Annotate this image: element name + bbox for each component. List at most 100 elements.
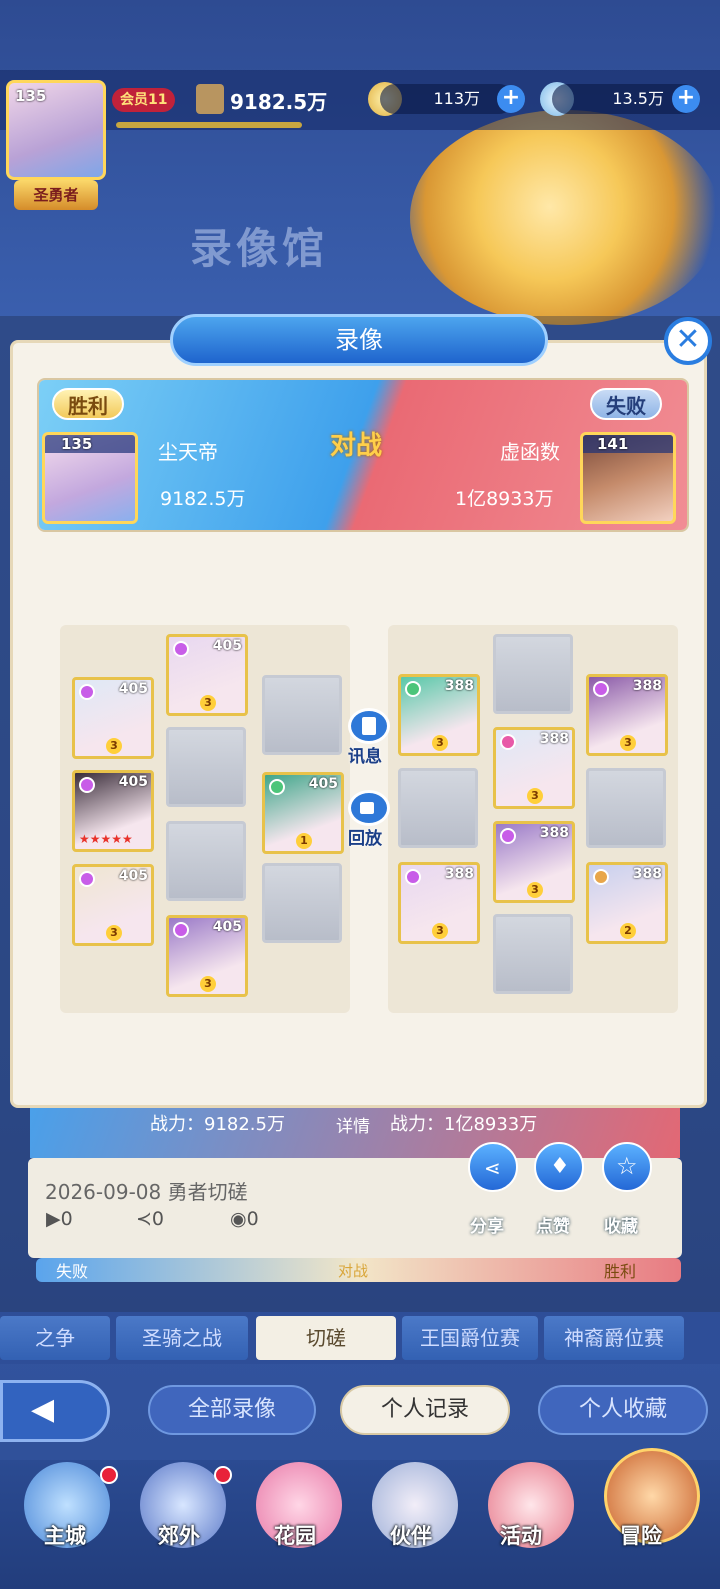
nav-event[interactable]: 活动 bbox=[500, 1520, 542, 1550]
add-gold-button[interactable]: + bbox=[497, 85, 525, 113]
player-title: 圣勇者 bbox=[14, 180, 98, 210]
left-hero-card[interactable]: 405 3 bbox=[166, 915, 248, 997]
right-hero-card[interactable]: 388 2 bbox=[586, 862, 668, 944]
player-avatar[interactable]: 135 bbox=[6, 80, 106, 180]
nav-outskirts[interactable]: 郊外 bbox=[158, 1520, 200, 1550]
nav-adventure[interactable]: 冒险 bbox=[620, 1520, 662, 1550]
like-count-value: 0 bbox=[246, 1208, 259, 1230]
star-badge: 1 bbox=[296, 833, 312, 849]
right-hero-card[interactable]: 388 3 bbox=[493, 821, 575, 903]
exp-bar bbox=[116, 122, 302, 128]
star-badge: 3 bbox=[200, 976, 216, 992]
record-left-power: 战力：9182.5万 bbox=[150, 1114, 285, 1135]
star-badge: 2 bbox=[620, 923, 636, 939]
notification-dot bbox=[100, 1466, 118, 1484]
tab-kingdom-rank[interactable]: 王国爵位赛 bbox=[402, 1316, 538, 1360]
play-count-value: 0 bbox=[60, 1208, 73, 1230]
play-count: ▶0 bbox=[46, 1208, 73, 1230]
tab-divine-rank[interactable]: 神裔爵位赛 bbox=[544, 1316, 684, 1360]
right-hero-card[interactable]: 388 3 bbox=[586, 674, 668, 756]
left-hero-card[interactable]: 405 3 bbox=[72, 677, 154, 759]
close-button[interactable]: ✕ bbox=[664, 317, 712, 365]
right-hero-card[interactable]: 388 3 bbox=[398, 674, 480, 756]
empty-slot bbox=[398, 768, 478, 848]
star-row-icon: ★★★★★ bbox=[79, 832, 133, 846]
info-button[interactable] bbox=[348, 708, 390, 744]
star-badge: 3 bbox=[432, 923, 448, 939]
replay-label[interactable]: 回放 bbox=[348, 824, 382, 849]
nav-garden[interactable]: 花园 bbox=[274, 1520, 316, 1550]
replay-button[interactable] bbox=[348, 790, 390, 826]
left-player-avatar[interactable]: 135 bbox=[42, 432, 138, 524]
filter-all-records[interactable]: 全部录像 bbox=[148, 1385, 316, 1435]
star-badge: 3 bbox=[620, 735, 636, 751]
filter-personal-records[interactable]: 个人记录 bbox=[340, 1385, 510, 1435]
left-hero-card[interactable]: 405 3 bbox=[72, 864, 154, 946]
notification-dot bbox=[214, 1466, 232, 1484]
vip-badge[interactable]: 会员11 bbox=[112, 88, 176, 112]
record-card bbox=[28, 1158, 682, 1258]
left-player-level: 135 bbox=[45, 435, 135, 453]
left-hero-card[interactable]: 405 3 bbox=[166, 634, 248, 716]
nav-partner[interactable]: 伙伴 bbox=[390, 1520, 432, 1550]
empty-slot bbox=[586, 768, 666, 848]
right-hero-card[interactable]: 388 3 bbox=[493, 727, 575, 809]
left-hero-card[interactable]: 405 ★★★★★ bbox=[72, 770, 154, 852]
right-player-power: 1亿8933万 bbox=[455, 488, 554, 510]
tab-contest[interactable]: 之争 bbox=[0, 1316, 110, 1360]
hero-level: 405 bbox=[212, 919, 242, 935]
modal-title: 录像 bbox=[170, 314, 548, 366]
favorite-button[interactable]: ☆ bbox=[602, 1142, 652, 1192]
nav-main-city[interactable]: 主城 bbox=[44, 1520, 86, 1550]
hall-title: 录像馆 bbox=[190, 224, 329, 273]
record-detail-link[interactable]: 详情 bbox=[336, 1112, 370, 1137]
hero-level: 405 bbox=[118, 868, 148, 884]
thumbs-up-icon: ♦ bbox=[550, 1154, 570, 1179]
next-vs-label: 对战 bbox=[338, 1262, 369, 1280]
record-right-power: 战力：1亿8933万 bbox=[390, 1114, 538, 1135]
left-player-name: 尘天帝 bbox=[158, 440, 218, 464]
share-label[interactable]: 分享 bbox=[470, 1212, 504, 1237]
right-player-name: 虚函数 bbox=[500, 440, 560, 464]
share-icon: ⋖ bbox=[484, 1156, 501, 1180]
share-count-value: 0 bbox=[151, 1208, 165, 1230]
star-badge: 3 bbox=[527, 882, 543, 898]
next-left-result: 失败 bbox=[56, 1262, 89, 1281]
hero-level: 388 bbox=[632, 678, 662, 694]
hero-level: 405 bbox=[212, 638, 242, 654]
vs-label: 对战 bbox=[330, 431, 383, 461]
share-button[interactable]: ⋖ bbox=[468, 1142, 518, 1192]
filter-personal-favorites[interactable]: 个人收藏 bbox=[538, 1385, 708, 1435]
tab-spar[interactable]: 切磋 bbox=[256, 1316, 396, 1360]
back-button[interactable]: ◀ bbox=[0, 1380, 110, 1442]
hero-level: 388 bbox=[539, 731, 569, 747]
star-badge: 3 bbox=[106, 738, 122, 754]
class-icon bbox=[79, 684, 95, 700]
hero-level: 388 bbox=[444, 678, 474, 694]
hero-level: 388 bbox=[632, 866, 662, 882]
star-badge: 3 bbox=[200, 695, 216, 711]
thumb-small-icon: ◉ bbox=[230, 1208, 247, 1230]
class-icon bbox=[269, 779, 285, 795]
tab-paladin-war[interactable]: 圣骑之战 bbox=[116, 1316, 248, 1360]
like-label[interactable]: 点赞 bbox=[536, 1212, 570, 1237]
add-gem-button[interactable]: + bbox=[672, 85, 700, 113]
class-icon bbox=[173, 922, 189, 938]
win-tag: 胜利 bbox=[52, 388, 124, 420]
next-right-result: 胜利 bbox=[604, 1262, 637, 1281]
star-icon: ☆ bbox=[616, 1152, 638, 1180]
right-player-level: 141 bbox=[583, 435, 673, 453]
right-hero-card[interactable]: 388 3 bbox=[398, 862, 480, 944]
like-count: ◉0 bbox=[230, 1208, 259, 1230]
like-button[interactable]: ♦ bbox=[534, 1142, 584, 1192]
info-label[interactable]: 讯息 bbox=[348, 742, 382, 767]
player-level: 135 bbox=[15, 87, 47, 105]
class-icon bbox=[593, 869, 609, 885]
star-badge: 3 bbox=[527, 788, 543, 804]
record-date: 2026-09-08 勇者切磋 bbox=[45, 1176, 248, 1205]
class-icon bbox=[500, 828, 516, 844]
left-player-power: 9182.5万 bbox=[160, 488, 246, 510]
favorite-label[interactable]: 收藏 bbox=[604, 1212, 638, 1237]
left-hero-card[interactable]: 405 1 bbox=[262, 772, 344, 854]
right-player-avatar[interactable]: 141 bbox=[580, 432, 676, 524]
